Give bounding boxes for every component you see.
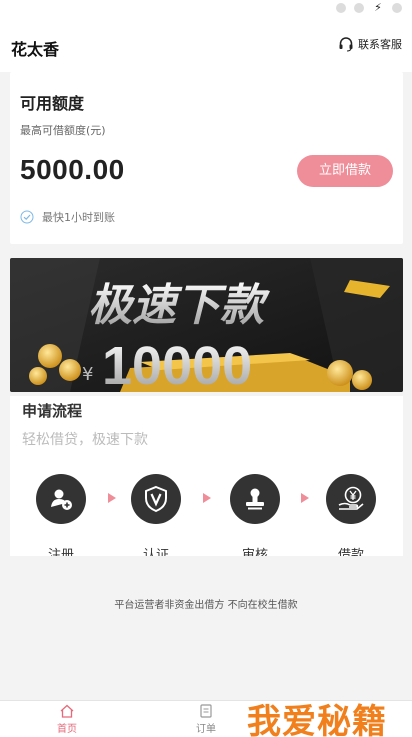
- step-register: [36, 474, 86, 524]
- tab-home[interactable]: 首页: [37, 704, 97, 735]
- watermark-text: 我爱秘籍: [247, 702, 387, 737]
- tab-home-label: 首页: [57, 724, 77, 735]
- app-title: 花太香: [11, 40, 60, 59]
- application-process: 申请流程 轻松借贷，极速下款 注册 认证 审核 借款: [10, 396, 403, 556]
- platform-disclaimer: 平台运营者非资金出借方 不向在校生借款: [114, 600, 298, 611]
- add-user-icon: [51, 489, 72, 510]
- home-icon: [60, 704, 74, 718]
- quota-card: 可用额度 最高可借额度(元) 5000.00 立即借款 最快1小时到账: [10, 72, 403, 244]
- step-label-borrow: 借款: [337, 548, 364, 556]
- check-circle-icon: [20, 210, 34, 224]
- headset-icon: [339, 37, 353, 52]
- orders-icon: [200, 704, 212, 718]
- step-review: [230, 474, 280, 524]
- status-bar: ⚡: [0, 0, 412, 18]
- banner-amount: 10000: [102, 336, 252, 392]
- step-arrow: [301, 493, 309, 503]
- promo-banner[interactable]: 极速下款 ¥ 10000: [10, 258, 403, 392]
- quota-title: 可用额度: [20, 94, 85, 113]
- verify-shield-icon: [145, 485, 167, 513]
- process-title: 申请流程: [22, 402, 83, 420]
- step-arrow: [203, 493, 211, 503]
- signal-icon: [336, 3, 346, 13]
- battery-icon: [392, 3, 402, 13]
- contact-support-button[interactable]: 联系客服: [338, 36, 402, 52]
- banner-currency: ¥: [82, 364, 93, 385]
- promo-banner-graphic: 极速下款 ¥ 10000: [10, 258, 403, 392]
- borrow-now-button[interactable]: 立即借款: [297, 155, 393, 187]
- quota-amount: 5000.00: [20, 154, 125, 185]
- app-header: 花太香 联系客服: [0, 18, 412, 72]
- status-icons: ⚡: [336, 2, 402, 14]
- support-label: 联系客服: [358, 38, 402, 51]
- wifi-icon: [354, 3, 364, 13]
- stamp-icon: [246, 488, 264, 510]
- process-subtitle: 轻松借贷，极速下款: [22, 432, 148, 448]
- charging-icon: ⚡: [374, 1, 382, 14]
- banner-headline: 极速下款: [88, 280, 270, 331]
- quota-subtitle: 最高可借额度(元): [20, 124, 106, 137]
- step-verify: [131, 474, 181, 524]
- arrival-note-text: 最快1小时到账: [42, 211, 115, 224]
- arrival-note: 最快1小时到账: [20, 209, 115, 225]
- step-label-register: 注册: [47, 548, 74, 556]
- step-label-verify: 认证: [142, 548, 169, 556]
- yen-hand-icon: [338, 486, 364, 510]
- step-arrow: [108, 493, 116, 503]
- tab-orders-label: 订单: [196, 724, 216, 735]
- step-label-review: 审核: [241, 548, 268, 556]
- tab-orders[interactable]: 订单: [176, 704, 236, 735]
- step-borrow: [326, 474, 376, 524]
